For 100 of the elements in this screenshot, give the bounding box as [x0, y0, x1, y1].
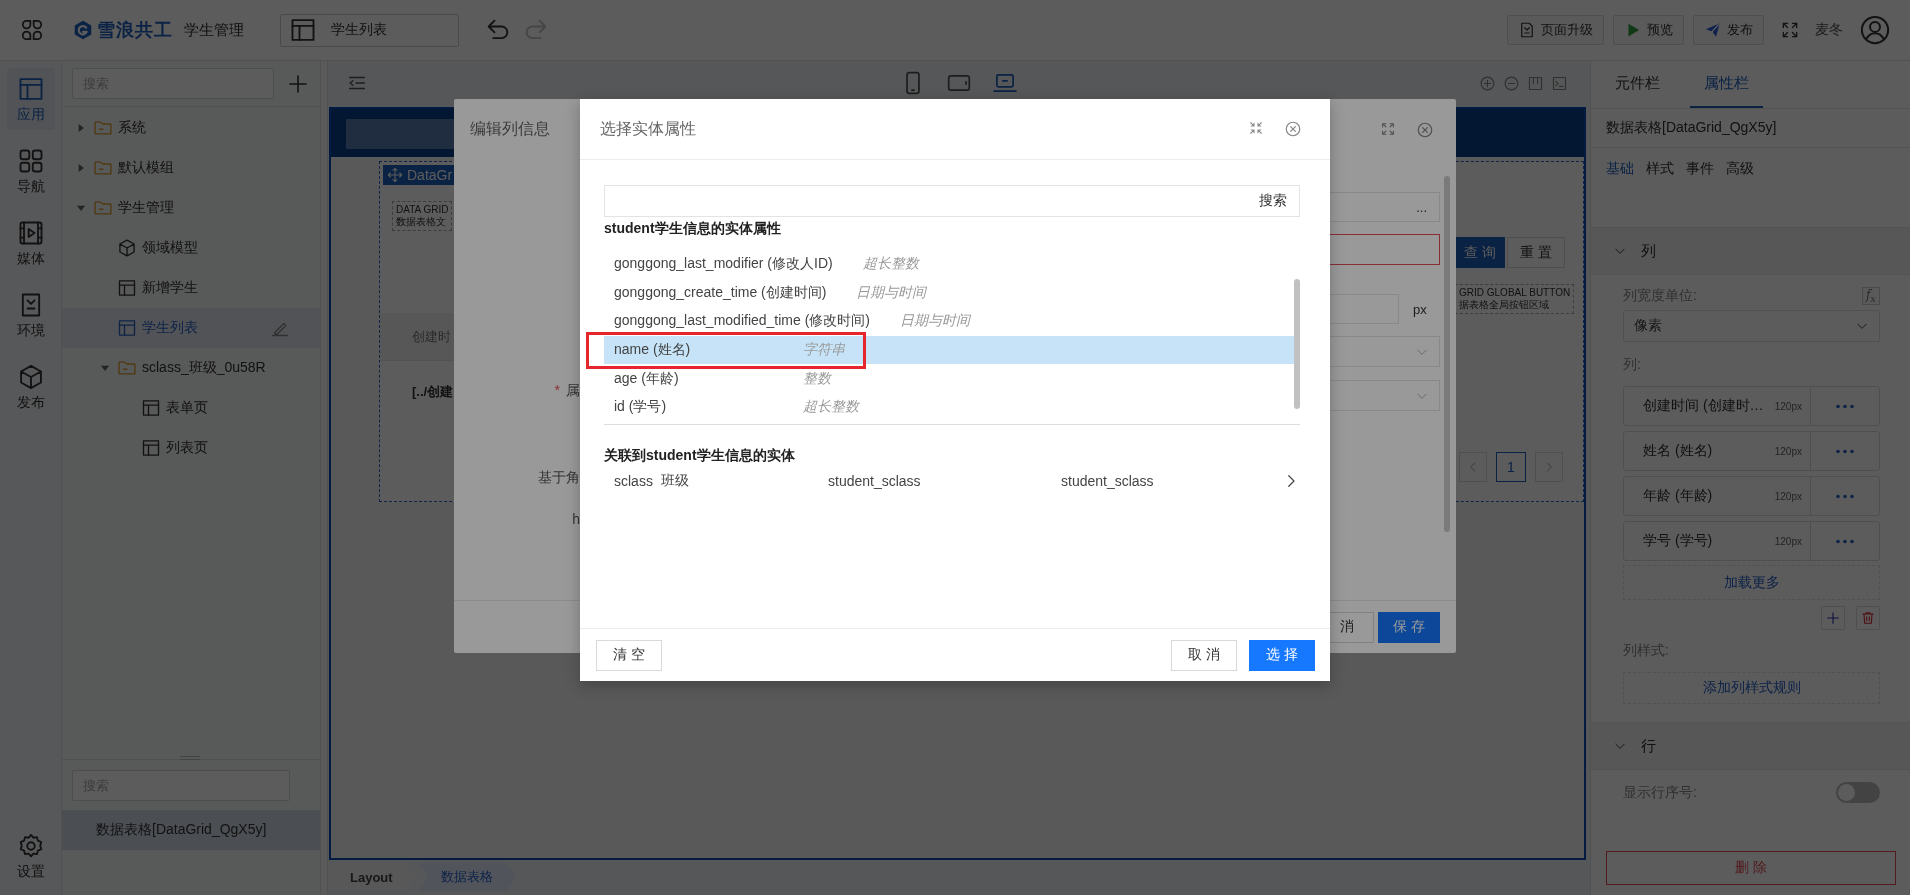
attribute-type: 字符串 [803, 341, 845, 360]
fullscreen-icon[interactable] [1780, 20, 1800, 40]
attribute-name: gonggong_create_time (创建时间) [614, 283, 827, 302]
attribute-row[interactable]: age (年龄) 整数 [604, 364, 1294, 393]
rail-item[interactable]: 发布 [6, 356, 55, 418]
settings-button[interactable]: 设置 [6, 825, 55, 887]
search-button[interactable]: 搜索 [1247, 186, 1299, 216]
columns-icon[interactable] [1527, 74, 1544, 92]
page-number[interactable]: 1 [1496, 452, 1526, 482]
rail-item[interactable]: 媒体 [6, 212, 55, 274]
section-header[interactable]: 行 [1591, 722, 1910, 771]
preview-button[interactable]: 预览 [1613, 15, 1684, 45]
select-field[interactable] [1330, 336, 1440, 367]
scrollbar[interactable] [1444, 176, 1450, 532]
attribute-type: 整数 [803, 369, 831, 388]
page-layout-icon [141, 398, 161, 418]
entity-label: 班级 [661, 471, 690, 490]
page-layout-icon [141, 438, 161, 458]
document-icon [1518, 21, 1536, 39]
brand-name: 雪浪共工 [97, 19, 173, 42]
attribute-row[interactable]: name (姓名) 字符串 [604, 335, 1294, 365]
related-entity-row[interactable]: sclass 班级 student_sclass student_sclass [604, 464, 1300, 497]
more-icon [1835, 538, 1855, 544]
property-tab[interactable]: 基础 [1606, 159, 1634, 179]
more-icon [1835, 403, 1855, 409]
section-header[interactable]: 列 [1591, 228, 1910, 275]
fullscreen-icon[interactable] [1248, 120, 1264, 136]
caption-text: 据表格全局按钮区域 [1459, 299, 1550, 311]
cancel-button[interactable]: 取 消 [1171, 639, 1238, 671]
save-button[interactable]: 保 存 [1378, 611, 1440, 643]
attribute-row[interactable]: gonggong_last_modifier (修改人ID) 超长整数 [604, 250, 1294, 279]
next-page-button[interactable] [1535, 452, 1563, 482]
column-name: 学号 (学号) [1643, 532, 1713, 551]
tree-item[interactable]: 领域模型 [62, 228, 320, 268]
tree-label: 学生列表 [142, 319, 198, 337]
rail-item[interactable]: 应用 [6, 68, 55, 130]
panel-tab[interactable]: 属性栏 [1690, 61, 1763, 108]
page-selector[interactable]: 学生列表 [280, 13, 459, 47]
attribute-name: age (年龄) [614, 369, 680, 388]
fullscreen-icon[interactable] [1380, 120, 1396, 137]
close-icon[interactable] [1416, 120, 1434, 139]
attribute-type: 超长整数 [862, 255, 919, 274]
zoom-in-icon[interactable] [1479, 74, 1496, 92]
terminal-icon[interactable] [1551, 74, 1568, 92]
component-item[interactable]: 数据表格[DataGrid_QgX5y] [62, 810, 320, 850]
tree-label: 默认模组 [118, 159, 174, 177]
select-value: 像素 [1634, 317, 1662, 336]
attribute-row[interactable]: id (学号) 超长整数 [604, 392, 1294, 422]
field-label: 属 [566, 382, 580, 398]
module-name: 学生管理 [184, 20, 244, 40]
publish-button[interactable]: 发布 [1693, 15, 1764, 45]
add-button[interactable] [1821, 606, 1845, 631]
rail-item[interactable]: 导航 [6, 140, 55, 202]
property-tab[interactable]: 高级 [1726, 159, 1754, 179]
tree-item[interactable]: 学生列表 [62, 308, 320, 348]
page-name: 学生列表 [331, 21, 387, 39]
tree-label: sclass_班级_0u58R [142, 359, 266, 377]
splitter[interactable] [320, 61, 328, 895]
reset-button[interactable]: 重 置 [1507, 237, 1565, 268]
breadcrumb-item[interactable]: 数据表格 [418, 863, 517, 891]
select-field[interactable] [1330, 380, 1440, 411]
tree-label: 列表页 [166, 439, 208, 457]
field-label: 基于角 [538, 469, 580, 487]
tree-item[interactable]: 列表页 [62, 428, 320, 468]
close-icon[interactable] [1284, 120, 1302, 138]
entity-table: student_sclass [828, 472, 1061, 489]
select-button[interactable]: 选 择 [1249, 639, 1315, 671]
apps-icon[interactable] [19, 17, 45, 43]
attribute-row[interactable]: gonggong_create_time (创建时间) 日期与时间 [604, 278, 1294, 308]
required-mark: * [554, 382, 560, 398]
search-field[interactable]: 搜索 [604, 185, 1300, 217]
upgrade-button[interactable]: 页面升级 [1507, 15, 1604, 45]
panel-tab[interactable]: 元件栏 [1601, 61, 1674, 108]
page-layout-icon [117, 318, 137, 338]
avatar-icon[interactable] [1860, 15, 1890, 45]
unit-select[interactable]: 像素 [1623, 310, 1880, 343]
delete-button[interactable]: 删 除 [1606, 851, 1896, 885]
add-rule-button[interactable]: 添加列样式规则 [1623, 672, 1880, 705]
tree-item[interactable]: 默认模组 [62, 148, 320, 188]
query-button[interactable]: 查 询 [1455, 237, 1505, 268]
cancel-button[interactable]: 消 [1330, 611, 1374, 643]
zoom-out-icon[interactable] [1503, 74, 1520, 92]
toggle-switch[interactable] [1836, 782, 1880, 804]
tree-item[interactable]: sclass_班级_0u58R [62, 348, 320, 388]
tree-item[interactable]: 新增学生 [62, 268, 320, 308]
property-tab[interactable]: 事件 [1686, 159, 1714, 179]
tree-item[interactable]: 学生管理 [62, 188, 320, 228]
delete-button[interactable] [1856, 606, 1880, 631]
scrollbar[interactable] [1294, 279, 1300, 409]
clear-button[interactable]: 清 空 [596, 639, 662, 671]
tree-item[interactable]: 表单页 [62, 388, 320, 428]
column-name: 创建时间 (创建时… [1643, 397, 1764, 416]
attribute-row[interactable]: gonggong_last_modified_time (修改时间) 日期与时间 [604, 307, 1294, 336]
load-more-button[interactable]: 加载更多 [1623, 565, 1880, 601]
column-name: 姓名 (姓名) [1643, 442, 1713, 461]
column-name: 年龄 (年龄) [1643, 487, 1713, 506]
tree-item[interactable]: 系统 [62, 108, 320, 148]
trash-icon [1860, 610, 1876, 627]
property-tab[interactable]: 样式 [1646, 159, 1674, 179]
rail-item[interactable]: 环境 [6, 284, 55, 346]
